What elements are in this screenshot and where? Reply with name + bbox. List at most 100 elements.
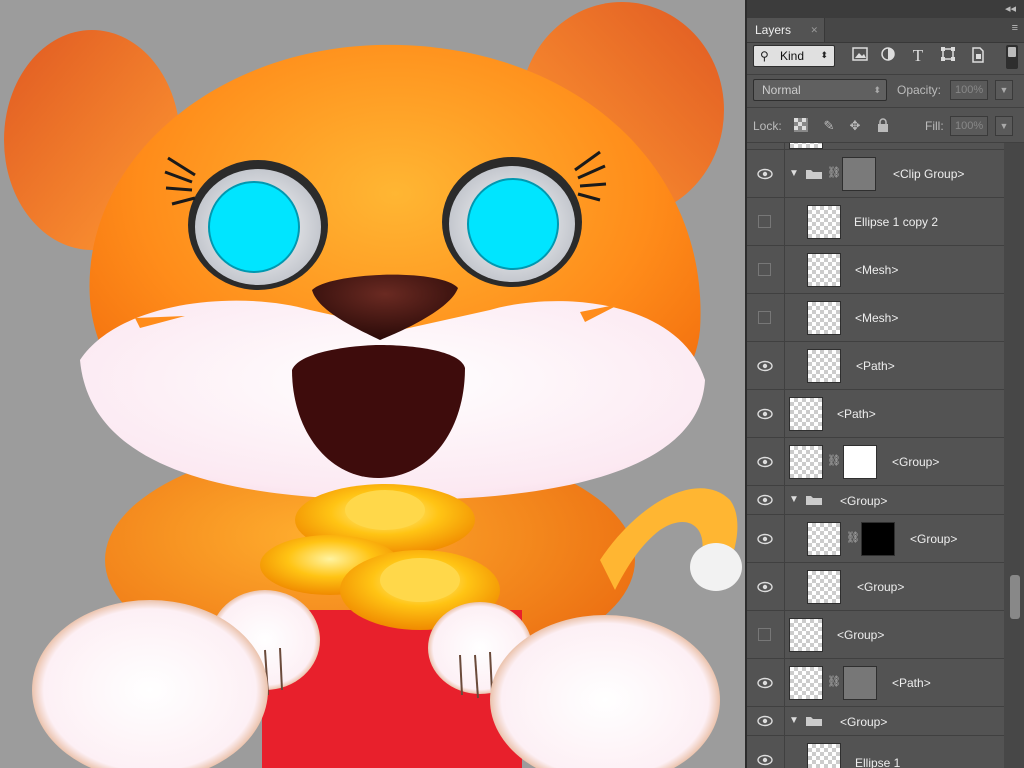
layer-mask-thumbnail[interactable] (842, 157, 876, 191)
layer-name[interactable]: <Group> (840, 494, 887, 508)
layer-mask-thumbnail[interactable] (843, 666, 877, 700)
blend-mode-value: Normal (762, 83, 801, 97)
tab-layers[interactable]: Layers ✕ (747, 18, 825, 42)
mask-link-icon[interactable]: ⛓ (827, 454, 841, 470)
layer-thumbnail (807, 743, 841, 768)
layer-name[interactable]: <Path> (856, 359, 895, 373)
adjustment-filter-icon[interactable] (879, 47, 897, 65)
layer-name[interactable]: <Mesh> (855, 263, 898, 277)
layer-row[interactable]: ⛓ <Group> (747, 438, 1004, 486)
layer-name[interactable]: <Group> (840, 715, 887, 729)
layer-thumbnail (789, 618, 823, 652)
tail-tip (690, 543, 742, 591)
filter-toggle[interactable] (1006, 45, 1018, 69)
layer-name[interactable]: <Path> (892, 676, 931, 690)
layer-row[interactable]: <Group> (747, 611, 1004, 659)
panel-menu-icon[interactable]: ≡ (1012, 22, 1018, 34)
lock-label: Lock: (753, 119, 782, 133)
layer-mask-thumbnail[interactable] (861, 522, 895, 556)
layer-thumbnail (807, 349, 841, 383)
eye-icon[interactable] (757, 358, 773, 374)
layer-row-partial[interactable] (747, 143, 1004, 150)
lock-all-icon[interactable] (875, 118, 891, 134)
opacity-field[interactable]: 100% (950, 80, 988, 100)
eye-icon[interactable] (757, 752, 773, 768)
layer-name[interactable]: <Group> (892, 455, 939, 469)
lock-image-pixels-icon[interactable]: ✎ (821, 118, 837, 134)
layers-scrollbar[interactable] (1004, 143, 1024, 768)
folder-icon (806, 717, 822, 726)
fill-dropdown-button[interactable]: ▼ (995, 116, 1013, 136)
layer-name[interactable]: <Group> (857, 580, 904, 594)
layer-row[interactable]: ▼ <Group> (747, 707, 1004, 736)
panel-tabs: Layers ✕ ≡ (747, 18, 1024, 43)
layer-row[interactable]: <Path> (747, 390, 1004, 438)
eye-icon[interactable] (757, 406, 773, 422)
visibility-toggle-off[interactable] (758, 628, 771, 641)
opacity-dropdown-button[interactable]: ▼ (995, 80, 1013, 100)
layer-row[interactable]: ⛓ <Group> (747, 515, 1004, 563)
layer-row[interactable]: ▼ ⛓ <Clip Group> (747, 150, 1004, 198)
layer-name[interactable]: <Path> (837, 407, 876, 421)
layer-row[interactable]: Ellipse 1 copy 2 (747, 198, 1004, 246)
fill-field[interactable]: 100% (950, 116, 988, 136)
lock-row: Lock: ✎ ✥ Fill: 100% ▼ (747, 112, 1024, 142)
right-eye-iris (467, 178, 559, 270)
layer-thumbnail (789, 666, 823, 700)
layer-thumbnail (789, 143, 823, 149)
folder-icon (806, 496, 822, 505)
layer-row[interactable]: ⛓ <Path> (747, 659, 1004, 707)
layer-name[interactable]: Ellipse 1 (855, 756, 900, 768)
expand-triangle-icon[interactable]: ▼ (789, 494, 799, 505)
visibility-toggle-off[interactable] (758, 215, 771, 228)
type-filter-icon[interactable]: T (909, 47, 927, 65)
filter-row: ⚲ Kind ⬍ T (747, 43, 1024, 73)
document-canvas[interactable] (0, 0, 745, 768)
layer-row[interactable]: Ellipse 1 (747, 736, 1004, 768)
smart-object-filter-icon[interactable] (969, 47, 987, 65)
eye-icon[interactable] (757, 579, 773, 595)
expand-triangle-icon[interactable]: ▼ (789, 168, 799, 179)
eye-icon[interactable] (757, 675, 773, 691)
image-filter-icon[interactable] (851, 47, 869, 65)
layer-thumbnail (789, 397, 823, 431)
scrollbar-thumb[interactable] (1010, 575, 1020, 619)
eye-icon[interactable] (757, 492, 773, 508)
tiger-illustration (4, 2, 742, 768)
filter-kind-select[interactable]: ⚲ Kind ⬍ (753, 45, 835, 67)
blend-mode-select[interactable]: Normal ⬍ (753, 79, 887, 101)
blend-row: Normal ⬍ Opacity: 100% ▼ (747, 76, 1024, 106)
layers-panel: ◂◂ Layers ✕ ≡ ⚲ Kind ⬍ T Normal ⬍ Opacit… (747, 0, 1024, 768)
eye-icon[interactable] (757, 531, 773, 547)
collapse-panel-button[interactable]: ◂◂ (1005, 2, 1016, 15)
layer-row[interactable]: <Path> (747, 342, 1004, 390)
layer-name[interactable]: <Mesh> (855, 311, 898, 325)
visibility-toggle-off[interactable] (758, 263, 771, 276)
layer-name[interactable]: <Clip Group> (893, 167, 964, 181)
lock-position-icon[interactable]: ✥ (847, 118, 863, 134)
shape-filter-icon[interactable] (939, 47, 957, 65)
tab-layers-label: Layers (755, 23, 792, 37)
layer-row[interactable]: ▼ <Group> (747, 486, 1004, 515)
layer-row[interactable]: <Mesh> (747, 294, 1004, 342)
eye-icon[interactable] (757, 454, 773, 470)
mask-link-icon[interactable]: ⛓ (846, 531, 860, 547)
layer-name[interactable]: Ellipse 1 copy 2 (854, 215, 938, 229)
layer-row[interactable]: <Group> (747, 563, 1004, 611)
tab-close-icon[interactable]: ✕ (810, 18, 818, 42)
layer-name[interactable]: <Group> (910, 532, 957, 546)
eye-icon[interactable] (757, 166, 773, 182)
chevron-updown-icon: ⬍ (820, 50, 828, 60)
layer-name[interactable]: <Group> (837, 628, 884, 642)
lock-transparent-pixels-icon[interactable] (793, 118, 809, 134)
visibility-toggle-off[interactable] (758, 311, 771, 324)
layer-mask-thumbnail[interactable] (843, 445, 877, 479)
layer-thumbnail (789, 445, 823, 479)
layer-thumbnail (807, 522, 841, 556)
fill-label: Fill: (925, 119, 944, 133)
layer-thumbnail (807, 301, 841, 335)
expand-triangle-icon[interactable]: ▼ (789, 715, 799, 726)
layer-row[interactable]: <Mesh> (747, 246, 1004, 294)
eye-icon[interactable] (757, 713, 773, 729)
mask-link-icon[interactable]: ⛓ (827, 675, 841, 691)
